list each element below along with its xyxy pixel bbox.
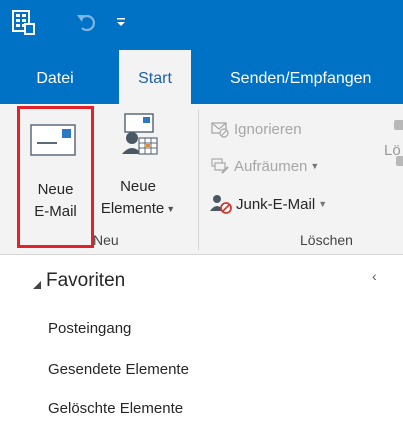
new-email-label-line2: E-Mail	[34, 203, 77, 220]
delete-icon	[394, 120, 403, 130]
qat-dropdown-icon[interactable]	[112, 13, 130, 31]
title-bar	[0, 0, 403, 50]
new-email-label-line1: Neue	[37, 181, 74, 198]
junk-email-label: Junk-E-Mail	[236, 195, 316, 213]
tab-datei[interactable]: Datei	[24, 50, 86, 104]
ignore-label: Ignorieren	[234, 120, 302, 138]
folder-pane: Favoriten ‹ Posteingang Gesendete Elemen…	[0, 256, 403, 442]
new-items-label-text: Elemente	[100, 200, 165, 217]
outlook-app-icon[interactable]	[12, 10, 36, 36]
ribbon-tab-row: Datei Start Senden/Empfangen	[0, 50, 403, 106]
group-label-neu: Neu	[93, 232, 119, 248]
chevron-down-icon: ▼	[310, 161, 320, 171]
junk-icon	[210, 195, 232, 214]
tab-senden-empfangen[interactable]: Senden/Empfangen	[230, 50, 371, 104]
ignore-button[interactable]: Ignorieren	[210, 116, 302, 142]
undo-icon[interactable]	[76, 12, 98, 32]
cleanup-label: Aufräumen	[234, 157, 308, 175]
tab-start[interactable]: Start	[119, 50, 191, 106]
group-label-loeschen: Löschen	[300, 232, 353, 248]
junk-email-button[interactable]: Junk-E-Mail ▼	[210, 191, 327, 217]
folder-item-geloeschte-elemente[interactable]: Gelöschte Elemente	[48, 400, 183, 417]
folder-item-posteingang[interactable]: Posteingang	[48, 320, 131, 337]
new-items-icon	[122, 113, 158, 155]
chevron-down-icon: ▼	[166, 203, 176, 214]
group-divider	[198, 110, 199, 250]
new-items-button[interactable]: Neue Elemente ▼	[97, 106, 179, 224]
ignore-icon	[211, 122, 229, 138]
chevron-down-icon: ▼	[318, 199, 328, 209]
folder-item-gesendete-elemente[interactable]: Gesendete Elemente	[48, 361, 189, 378]
new-email-button[interactable]: Neue E-Mail	[17, 106, 94, 248]
new-items-label-line1: Neue	[120, 178, 156, 195]
cleanup-icon	[211, 158, 229, 174]
envelope-icon	[30, 124, 76, 156]
favorites-header[interactable]: Favoriten	[46, 270, 125, 292]
new-items-label-line2: Elemente ▼	[97, 198, 179, 220]
expand-triangle-icon[interactable]	[32, 280, 42, 290]
cleanup-button[interactable]: Aufräumen ▼	[210, 153, 319, 179]
delete-button-clipped[interactable]: Lö	[384, 142, 401, 159]
ribbon: Neue E-Mail Neue Elemente ▼ Neu Ignoriere…	[0, 104, 403, 255]
chevron-left-icon[interactable]: ‹	[372, 268, 377, 284]
